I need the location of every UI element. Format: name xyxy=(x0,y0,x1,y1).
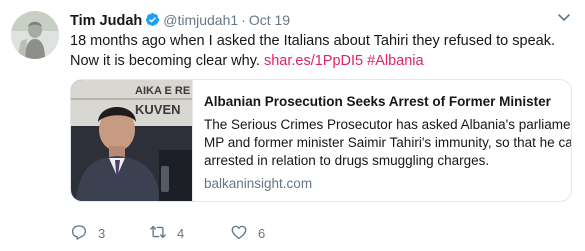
card-description: The Serious Crimes Prosecutor has asked … xyxy=(204,116,572,170)
card-image[interactable]: AIKA E RE KUVEN xyxy=(71,80,193,201)
tweet: Tim Judah @timjudah1 · Oct 19 18 months ago… xyxy=(0,0,585,251)
like-icon xyxy=(230,223,248,244)
like-button[interactable]: 6 xyxy=(230,222,265,244)
author-name[interactable]: Tim Judah xyxy=(70,13,142,29)
card-description-line: The Serious Crimes Prosecutor has asked … xyxy=(204,117,571,132)
header-separator: · xyxy=(241,12,246,28)
retweet-button[interactable]: 4 xyxy=(149,222,184,244)
tweet-link[interactable]: shar.es/1PpDI5 xyxy=(264,53,363,69)
tweet-header: Tim Judah @timjudah1 · Oct 19 xyxy=(70,10,290,30)
tweet-text-prefix: Now it is becoming clear why. xyxy=(70,53,260,69)
reply-icon xyxy=(70,223,88,244)
reply-button[interactable]: 3 xyxy=(70,222,105,244)
retweet-icon xyxy=(149,223,167,244)
card-description-line: MP and former minister Saimir Tahiri's i… xyxy=(204,135,572,150)
avatar[interactable] xyxy=(11,11,59,59)
link-card[interactable]: AIKA E RE KUVEN Albanian Prosecution See… xyxy=(70,79,572,202)
author-handle[interactable]: @timjudah1 xyxy=(163,12,238,28)
retweet-count: 4 xyxy=(177,225,185,241)
card-description-line: arrested in relation to drugs smuggling … xyxy=(204,153,490,168)
tweet-text-line-2: Now it is becoming clear why. shar.es/1P… xyxy=(70,51,570,71)
tweet-text: 18 months ago when I asked the Italians … xyxy=(70,31,570,71)
card-title: Albanian Prosecution Seeks Arrest of For… xyxy=(204,94,551,109)
verified-badge-icon xyxy=(145,12,160,27)
chevron-down-icon[interactable] xyxy=(557,10,571,24)
tweet-text-line-1: 18 months ago when I asked the Italians … xyxy=(70,33,555,49)
like-count: 6 xyxy=(258,225,266,241)
card-image-caption-2: KUVEN xyxy=(135,102,181,117)
hashtag-link[interactable]: #Albania xyxy=(367,53,423,69)
card-image-caption-1: AIKA E RE xyxy=(135,85,190,97)
card-body: Albanian Prosecution Seeks Arrest of For… xyxy=(204,93,572,193)
tweet-timestamp[interactable]: Oct 19 xyxy=(249,12,290,28)
card-domain: balkaninsight.com xyxy=(204,176,313,191)
reply-count: 3 xyxy=(98,225,106,241)
